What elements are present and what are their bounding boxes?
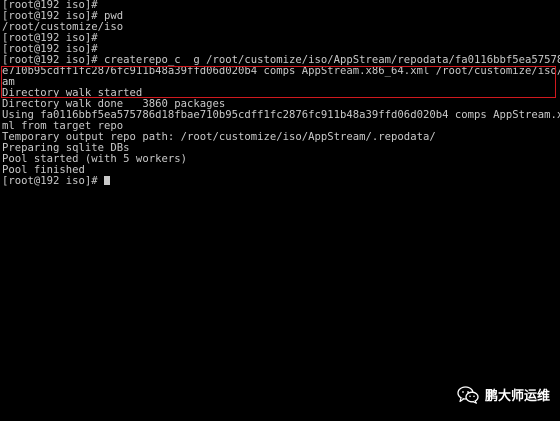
watermark: 鹏大师运维	[457, 385, 550, 404]
terminal-line: Temporary output repo path: /root/custom…	[2, 132, 436, 143]
watermark-text: 鹏大师运维	[484, 389, 550, 404]
terminal-line: Using fa0116bbf5ea575786d18fbae710b95cdf…	[2, 110, 560, 121]
terminal-line: [root@192 iso]# createrepo_c g /root/cus…	[2, 55, 560, 66]
terminal-prompt-line[interactable]: [root@192 iso]#	[2, 176, 560, 187]
wechat-icon	[457, 385, 479, 404]
terminal-line: /root/customize/iso	[2, 22, 124, 33]
terminal-line: Pool started (with 5 workers)	[2, 154, 187, 165]
terminal-line: [root@192 iso]#	[2, 0, 98, 11]
prompt-text: [root@192 iso]#	[2, 176, 105, 187]
terminal-line: Preparing sqlite DBs	[2, 143, 130, 154]
command-highlight-box	[1, 66, 556, 98]
terminal-line: [root@192 iso]#	[2, 44, 98, 55]
text-cursor	[104, 176, 111, 185]
terminal-line: Pool finished	[2, 165, 85, 176]
terminal-line: [root@192 iso]# pwd	[2, 11, 124, 22]
terminal-window[interactable]: [root@192 iso]# [root@192 iso]# pwd /roo…	[0, 0, 560, 421]
terminal-line: ml from target repo	[2, 121, 124, 132]
terminal-line: Directory walk done 3860 packages	[2, 99, 226, 110]
terminal-line: [root@192 iso]#	[2, 33, 98, 44]
